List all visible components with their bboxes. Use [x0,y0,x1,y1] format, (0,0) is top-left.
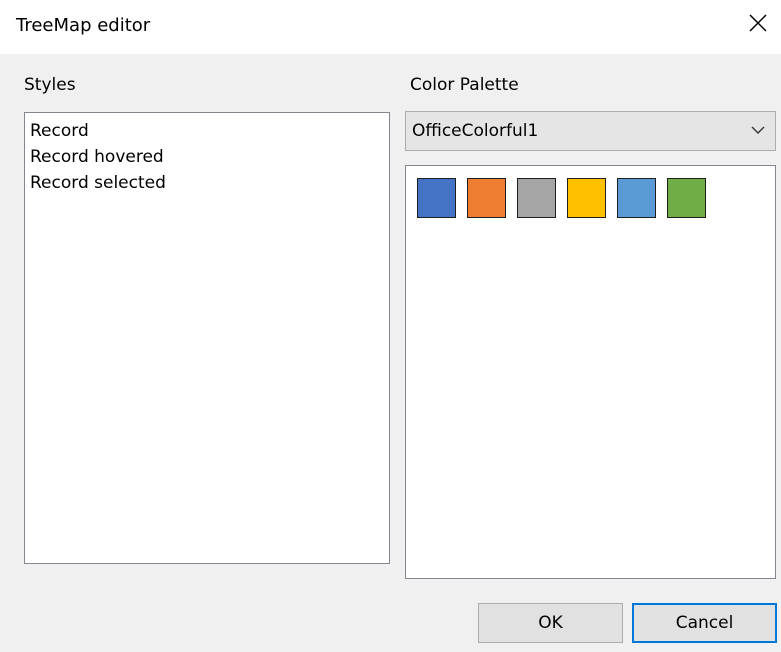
color-swatch-panel [405,165,776,579]
styles-list-item[interactable]: Record [25,118,389,144]
cancel-button[interactable]: Cancel [632,603,777,643]
styles-list-item[interactable]: Record hovered [25,144,389,170]
close-button[interactable] [735,0,781,46]
ok-button[interactable]: OK [478,603,623,643]
color-palette-selected-value: OfficeColorful1 [412,121,539,141]
styles-label: Styles [24,75,76,95]
chevron-down-icon [751,126,765,134]
color-swatch[interactable] [417,178,456,218]
window-title: TreeMap editor [16,15,151,36]
color-palette-label: Color Palette [410,75,519,95]
close-icon [749,14,767,32]
styles-list-item[interactable]: Record selected [25,170,389,196]
color-palette-dropdown[interactable]: OfficeColorful1 [405,111,776,151]
color-swatch[interactable] [517,178,556,218]
color-swatch[interactable] [467,178,506,218]
color-swatch[interactable] [667,178,706,218]
title-bar: TreeMap editor [0,0,781,54]
color-swatch[interactable] [617,178,656,218]
swatch-row [417,178,717,218]
treemap-editor-dialog: TreeMap editor Styles Color Palette Reco… [0,0,781,652]
styles-list[interactable]: Record Record hovered Record selected [24,112,390,564]
color-swatch[interactable] [567,178,606,218]
